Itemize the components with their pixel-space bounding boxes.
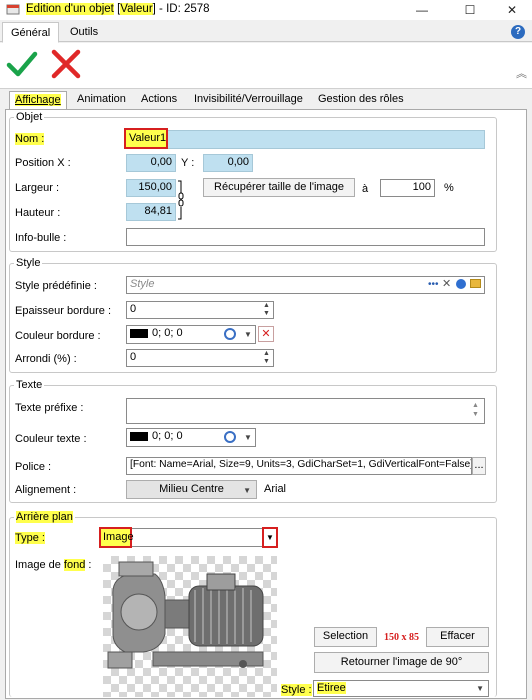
couleur-texte-input[interactable]: 0; 0; 0 bbox=[126, 428, 256, 447]
style-image-chevron-icon: ▼ bbox=[476, 684, 484, 693]
alignement-chevron-icon: ▼ bbox=[243, 486, 251, 495]
couleur-bordure-label: Couleur bordure : bbox=[15, 330, 101, 342]
chevron-down-icon[interactable]: ▼ bbox=[244, 330, 252, 339]
police-label: Police : bbox=[15, 461, 52, 473]
police-browse-button[interactable]: ... bbox=[472, 457, 486, 475]
effacer-button[interactable]: Effacer bbox=[426, 627, 489, 647]
help-icon[interactable]: ? bbox=[511, 25, 525, 39]
hauteur-label: Hauteur : bbox=[15, 207, 61, 219]
ribbon-tab-outils[interactable]: Outils bbox=[62, 22, 106, 43]
alignement-select[interactable]: Milieu Centre ▼ bbox=[126, 480, 257, 499]
selection-button[interactable]: Selection bbox=[314, 627, 377, 647]
retourner-button[interactable]: Retourner l'image de 90° bbox=[314, 652, 489, 673]
tab-actions[interactable]: Actions bbox=[136, 91, 182, 109]
app-icon bbox=[6, 3, 20, 15]
color-swatch bbox=[130, 328, 148, 338]
background-image-preview bbox=[103, 556, 277, 697]
posx-input[interactable]: 0,00 bbox=[126, 154, 176, 172]
infobulle-input[interactable] bbox=[126, 228, 485, 246]
window-title: Edition d'un objet [Valeur] - ID: 2578 bbox=[26, 3, 210, 15]
objet-group-title: Objet bbox=[14, 111, 45, 123]
collapse-ribbon-icon[interactable]: ︽ bbox=[516, 65, 527, 81]
cross-icon bbox=[51, 49, 81, 79]
check-icon bbox=[6, 51, 38, 77]
prefixe-input[interactable] bbox=[126, 398, 485, 424]
nom-label: Nom : bbox=[15, 133, 45, 145]
color-picker-icon[interactable] bbox=[224, 328, 236, 340]
largeur-input[interactable]: 150,00 bbox=[126, 179, 176, 197]
validate-button[interactable] bbox=[6, 49, 38, 82]
title-bar: Edition d'un objet [Valeur] - ID: 2578 —… bbox=[0, 0, 532, 20]
toolbar: ︽ bbox=[0, 43, 532, 89]
infobulle-label: Info-bulle : bbox=[15, 232, 67, 244]
hauteur-input[interactable]: 84,81 bbox=[126, 203, 176, 221]
couleur-bordure-input[interactable]: 0; 0; 0 bbox=[126, 325, 256, 344]
tab-invisibilite[interactable]: Invisibilité/Verrouillage bbox=[189, 91, 308, 109]
tab-gestion-roles[interactable]: Gestion des rôles bbox=[313, 91, 409, 109]
tab-animation[interactable]: Animation bbox=[72, 91, 131, 109]
epaisseur-label: Epaisseur bordure : bbox=[15, 305, 111, 317]
largeur-label: Largeur : bbox=[15, 182, 60, 194]
remove-color-icon[interactable]: ✕ bbox=[258, 326, 274, 342]
style-predefini-label: Style prédéfinie : bbox=[15, 280, 97, 292]
close-button[interactable]: ✕ bbox=[490, 0, 532, 20]
more-icon[interactable]: ••• bbox=[428, 279, 439, 290]
recuperer-taille-button[interactable]: Récupérer taille de l'image bbox=[203, 178, 355, 197]
image-fond-label: Image de fond : bbox=[15, 559, 92, 571]
arrondi-label: Arrondi (%) : bbox=[15, 353, 77, 365]
prefixe-label: Texte préfixe : bbox=[15, 402, 84, 414]
y-label: Y : bbox=[181, 157, 195, 169]
type-label: Type : bbox=[15, 532, 45, 544]
arrondi-input[interactable]: 0 bbox=[126, 349, 274, 367]
arrondi-spinner[interactable]: ▲ ▼ bbox=[263, 350, 270, 366]
style-group-title: Style bbox=[14, 257, 43, 269]
text-color-picker-icon[interactable] bbox=[224, 431, 236, 443]
posx-label: Position X : bbox=[15, 157, 71, 169]
style-image-label: Style : bbox=[281, 684, 312, 696]
folder-icon[interactable] bbox=[470, 279, 481, 288]
minimize-button[interactable]: — bbox=[400, 0, 444, 20]
font-name-label: Arial bbox=[264, 483, 287, 495]
police-input[interactable]: [Font: Name=Arial, Size=9, Units=3, GdiC… bbox=[126, 457, 472, 475]
pump-image bbox=[107, 561, 264, 669]
text-color-chevron-icon[interactable]: ▼ bbox=[244, 433, 252, 442]
a-label: à bbox=[362, 183, 369, 195]
type-value: Image bbox=[99, 527, 134, 548]
text-color-swatch bbox=[130, 431, 148, 441]
epaisseur-input[interactable]: 0 bbox=[126, 301, 274, 319]
navigate-icon[interactable] bbox=[456, 279, 466, 289]
clear-icon[interactable]: ✕ bbox=[442, 277, 451, 290]
pct-input[interactable]: 100 bbox=[380, 179, 435, 197]
y-input[interactable]: 0,00 bbox=[203, 154, 253, 172]
lock-ratio-icon[interactable] bbox=[177, 179, 185, 224]
image-size-label: 150 x 85 bbox=[384, 632, 419, 643]
maximize-button[interactable]: ☐ bbox=[448, 0, 492, 20]
pct-label: % bbox=[444, 182, 454, 194]
prefixe-scroll[interactable]: ▲ ▼ bbox=[472, 401, 479, 419]
nom-input[interactable]: Valeur1 bbox=[124, 128, 168, 149]
cancel-button[interactable] bbox=[50, 48, 82, 83]
ribbon-tab-general[interactable]: Général bbox=[2, 22, 60, 43]
style-image-select[interactable]: Etiree ▼ bbox=[313, 680, 489, 697]
epaisseur-spinner[interactable]: ▲ ▼ bbox=[263, 302, 270, 318]
alignement-label: Alignement : bbox=[15, 484, 77, 496]
type-dropdown-button[interactable]: ▼ bbox=[262, 527, 278, 548]
nom-field-bg bbox=[126, 130, 485, 149]
couleur-texte-label: Couleur texte : bbox=[15, 433, 87, 445]
texte-group-title: Texte bbox=[14, 379, 45, 391]
tab-affichage[interactable]: Affichage bbox=[9, 91, 67, 109]
arriere-plan-title: Arrière plan bbox=[14, 511, 75, 523]
